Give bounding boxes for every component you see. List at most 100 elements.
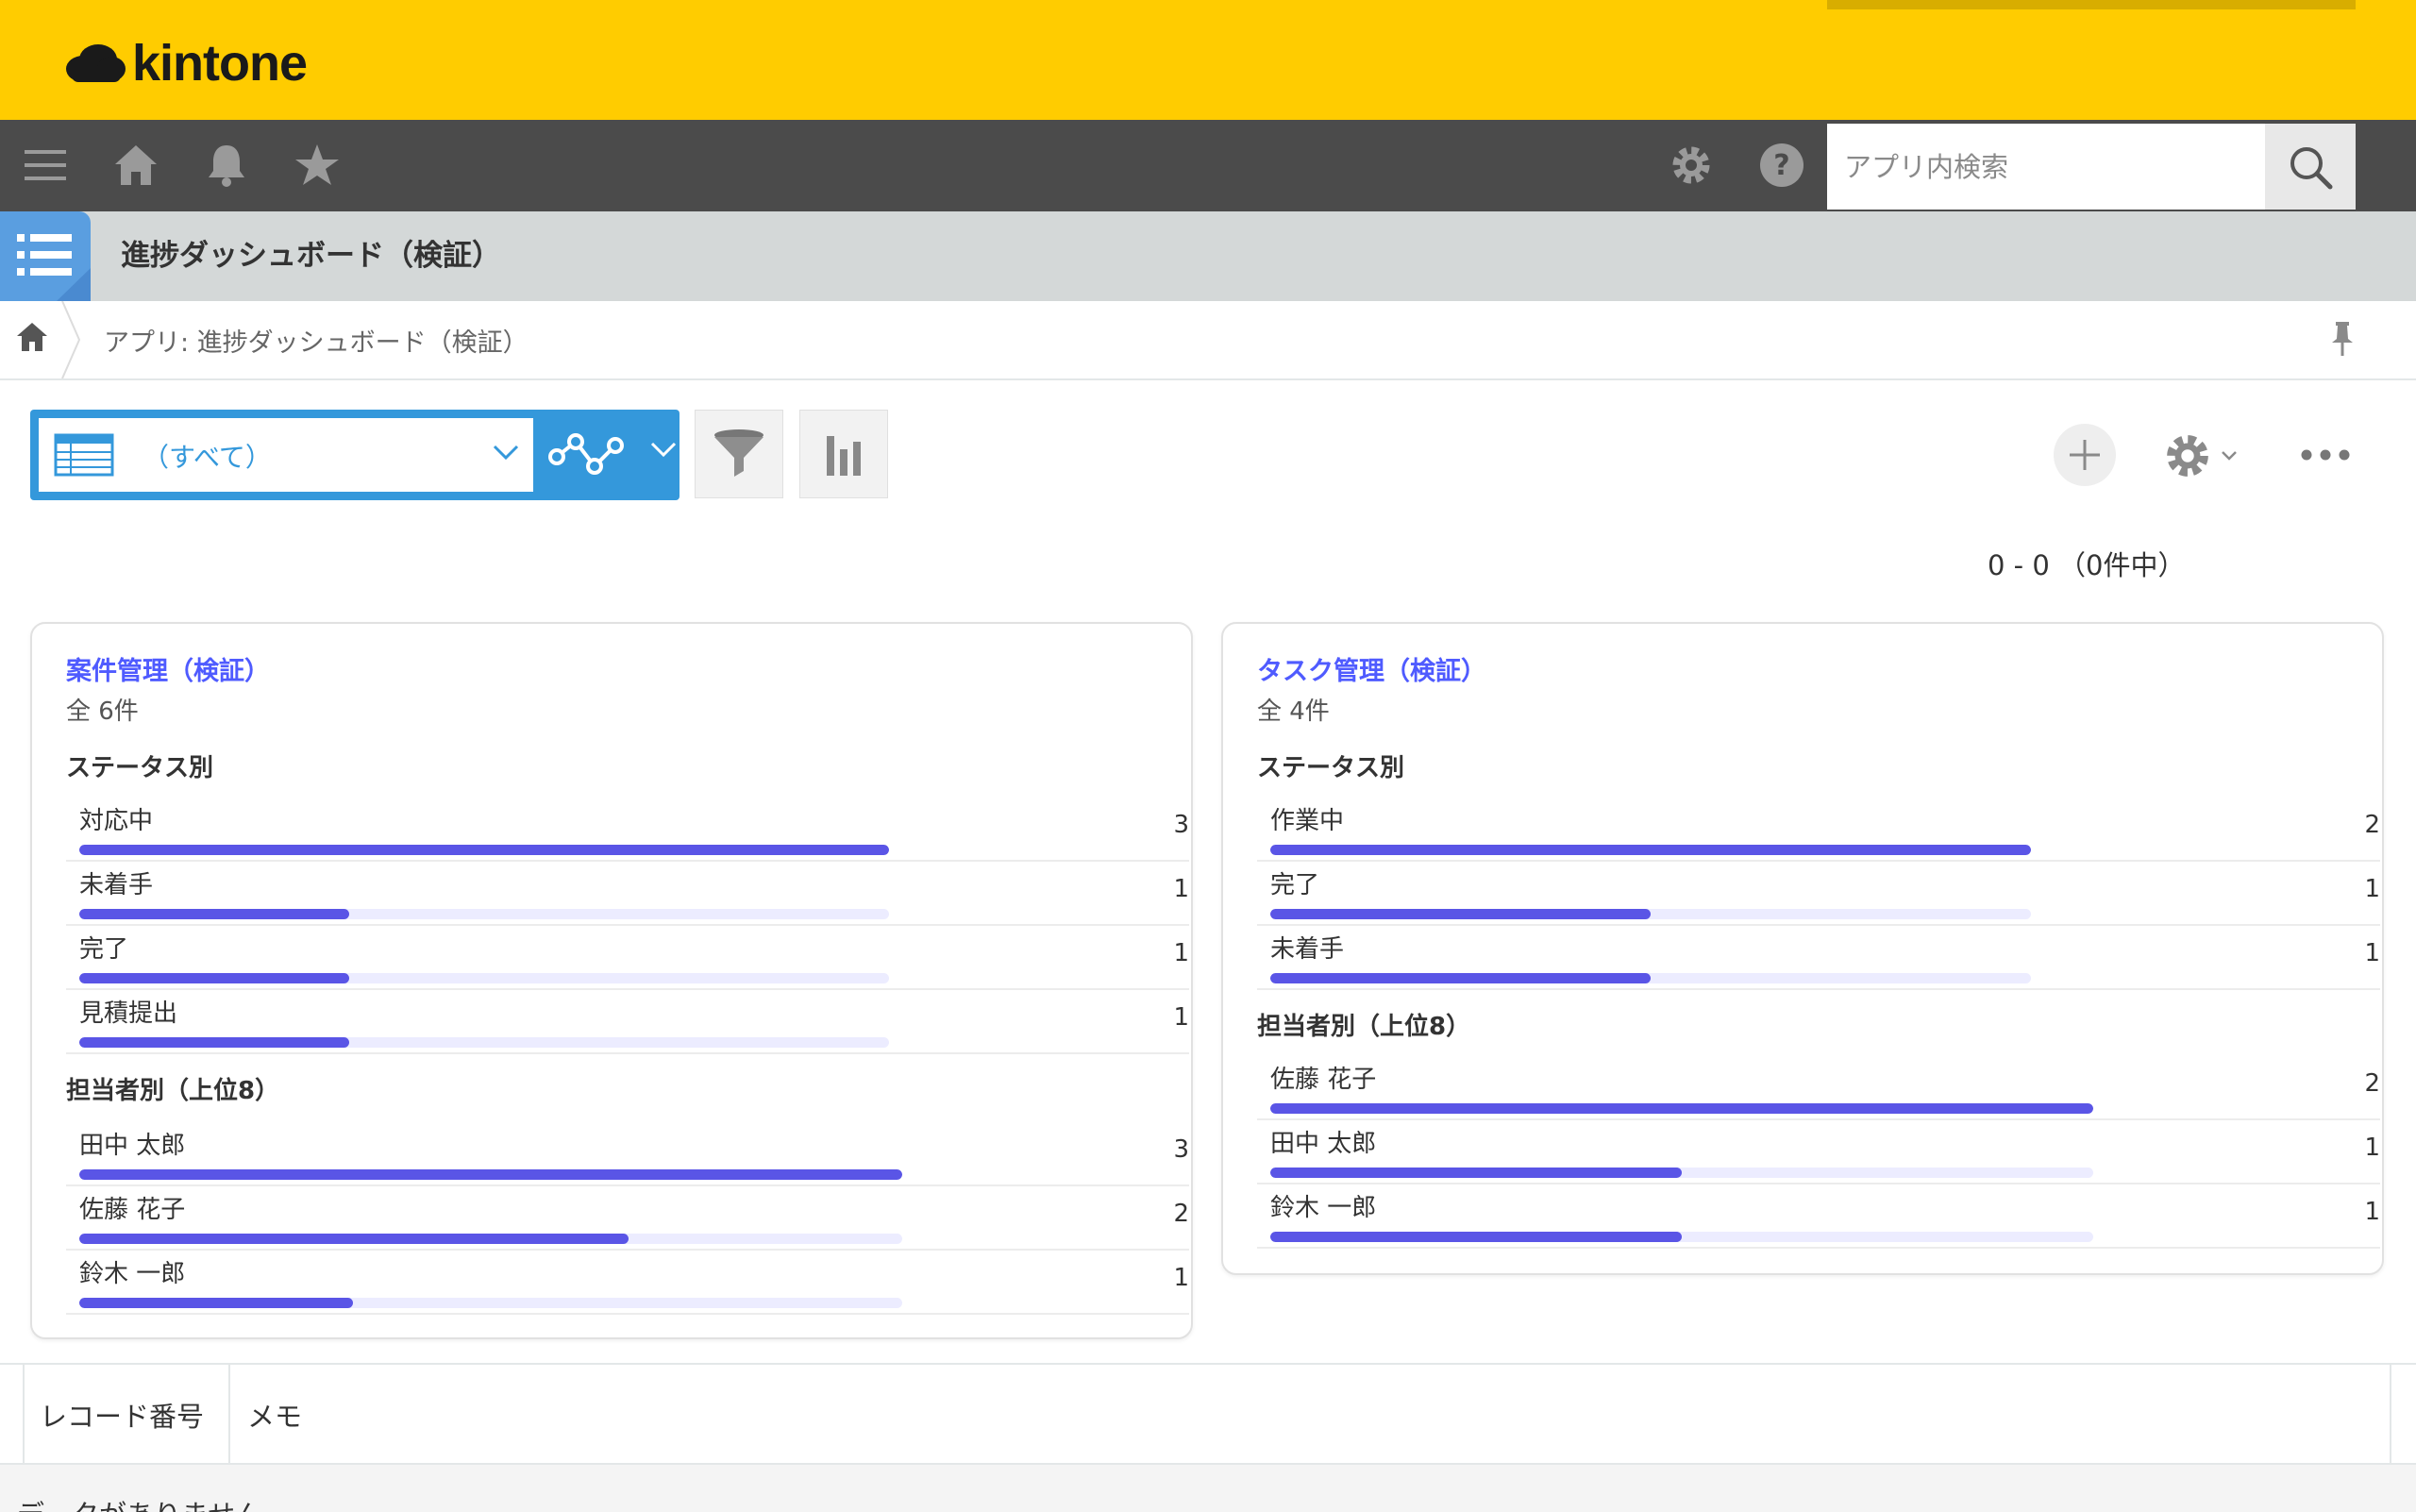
stat-name: 佐藤 花子 <box>1270 1066 1377 1094</box>
chevron-down-icon <box>2222 451 2237 461</box>
filter-button[interactable] <box>695 410 783 498</box>
stat-count: 2 <box>2364 811 2380 839</box>
stat-name: 田中 太郎 <box>1270 1130 1377 1158</box>
stat-count: 1 <box>1173 1264 1189 1292</box>
bar-chart-icon <box>827 436 861 476</box>
stat-count: 1 <box>2364 875 2380 903</box>
star-icon[interactable] <box>293 141 342 190</box>
card-title-link[interactable]: 案件管理（検証） <box>66 650 270 687</box>
stat-bar-fill <box>1270 973 1651 983</box>
header-accent <box>1827 0 2356 9</box>
table-right-border <box>2390 1365 2391 1465</box>
settings-gear-icon <box>2167 435 2208 477</box>
stat-bar-track <box>79 1037 889 1048</box>
cloud-logo-icon <box>66 44 126 82</box>
stat-name: 完了 <box>79 935 129 964</box>
stat-bar-track <box>1270 909 2031 919</box>
view-dropdown[interactable]: （すべて） <box>39 418 533 492</box>
filter-icon <box>714 429 763 477</box>
stat-count: 3 <box>1173 1135 1189 1164</box>
stat-row: 完了 1 <box>66 926 1189 990</box>
stat-row: 佐藤 花子 2 <box>66 1186 1189 1251</box>
stat-bar-fill <box>1270 1103 2093 1114</box>
app-search-box <box>1827 124 2265 210</box>
card-total: 全 4件 <box>1257 697 1330 726</box>
stat-name: 田中 太郎 <box>79 1132 186 1160</box>
logo-text: kintone <box>132 35 308 92</box>
pagination-count: 0 - 0 （0件中） <box>1988 549 2186 581</box>
column-label: メモ <box>247 1401 303 1433</box>
stat-bar-fill <box>79 1037 349 1048</box>
card-total: 全 6件 <box>66 697 139 726</box>
app-list-icon[interactable] <box>0 211 91 301</box>
graph-button[interactable] <box>799 410 888 498</box>
stat-name: 鈴木 一郎 <box>79 1260 186 1288</box>
stat-name: 未着手 <box>1270 935 1345 964</box>
stat-bar-track <box>1270 1168 2093 1178</box>
header-bar: kintone <box>0 0 2416 120</box>
search-icon <box>2290 146 2333 189</box>
stat-row: 見積提出 1 <box>66 990 1189 1054</box>
stat-count: 1 <box>2364 1134 2380 1162</box>
stat-name: 完了 <box>1270 871 1320 899</box>
empty-table-message: データがありません <box>0 1463 2416 1512</box>
column-header-record-number[interactable]: レコード番号 <box>25 1365 230 1465</box>
stat-bar-track <box>1270 845 2031 855</box>
breadcrumb-home-icon[interactable] <box>15 320 49 354</box>
svg-text:?: ? <box>1773 149 1789 182</box>
graph-chevron-down-icon[interactable] <box>649 440 678 459</box>
stat-bar-track <box>1270 1232 2093 1242</box>
pin-icon[interactable] <box>2325 320 2359 358</box>
stat-row: 佐藤 花子 2 <box>1257 1056 2380 1120</box>
stat-bar-fill <box>1270 909 1651 919</box>
stat-bar-fill <box>1270 845 2031 855</box>
home-icon[interactable] <box>111 141 160 190</box>
help-icon[interactable]: ? <box>1757 141 1806 190</box>
empty-text: データがありません <box>17 1493 262 1512</box>
app-settings-button[interactable] <box>2161 428 2246 484</box>
card-title-link[interactable]: タスク管理（検証） <box>1257 650 1486 687</box>
section-heading: 担当者別（上位8） <box>1257 1013 1471 1041</box>
section-heading: 担当者別（上位8） <box>66 1077 280 1105</box>
section-heading: ステータス別 <box>66 754 214 782</box>
stat-name: 見積提出 <box>79 1000 178 1028</box>
stat-bar-fill <box>79 1298 354 1308</box>
record-table-header: レコード番号 メモ <box>0 1363 2416 1465</box>
add-record-button[interactable] <box>2054 424 2116 486</box>
stat-bar-track <box>79 1234 902 1244</box>
plus-icon <box>2070 440 2100 470</box>
graph-view-icon[interactable] <box>547 428 627 481</box>
section-heading: ステータス別 <box>1257 754 1405 782</box>
stat-bar-fill <box>79 909 349 919</box>
stat-bar-fill <box>79 1234 629 1244</box>
search-button[interactable] <box>2265 124 2356 210</box>
stat-bar-track <box>79 1298 902 1308</box>
stat-count: 1 <box>1173 875 1189 903</box>
view-name: （すべて） <box>143 442 272 473</box>
breadcrumb-separator-icon <box>61 301 81 378</box>
app-title-bar: 進捗ダッシュボード（検証） <box>0 211 2416 301</box>
stat-count: 3 <box>1173 811 1189 839</box>
stat-bar-fill <box>79 973 349 983</box>
stat-name: 対応中 <box>79 807 154 835</box>
stat-bar-fill <box>1270 1168 1682 1178</box>
stat-bar-fill <box>79 1169 902 1180</box>
breadcrumb-app-link[interactable]: アプリ: 進捗ダッシュボード（検証） <box>104 322 528 359</box>
app-search-input[interactable] <box>1842 149 2252 184</box>
stat-name: 作業中 <box>1270 807 1345 835</box>
bell-icon[interactable] <box>202 141 251 190</box>
app-title: 進捗ダッシュボード（検証） <box>121 239 501 273</box>
kintone-logo[interactable]: kintone <box>64 34 308 92</box>
gear-icon[interactable] <box>1667 141 1716 190</box>
column-label: レコード番号 <box>40 1401 205 1433</box>
table-view-icon <box>54 433 114 477</box>
stat-bar-track <box>79 845 889 855</box>
view-selector: （すべて） <box>30 410 680 500</box>
stat-row: 作業中 2 <box>1257 798 2380 862</box>
stat-name: 未着手 <box>79 871 154 899</box>
more-options-icon[interactable] <box>2299 436 2352 474</box>
stat-count: 1 <box>2364 939 2380 967</box>
stat-count: 1 <box>2364 1198 2380 1226</box>
menu-icon[interactable] <box>21 141 70 190</box>
dashboard-card: タスク管理（検証） 全 4件 ステータス別 作業中 2 完了 1 未着手 1 担… <box>1221 622 2384 1275</box>
